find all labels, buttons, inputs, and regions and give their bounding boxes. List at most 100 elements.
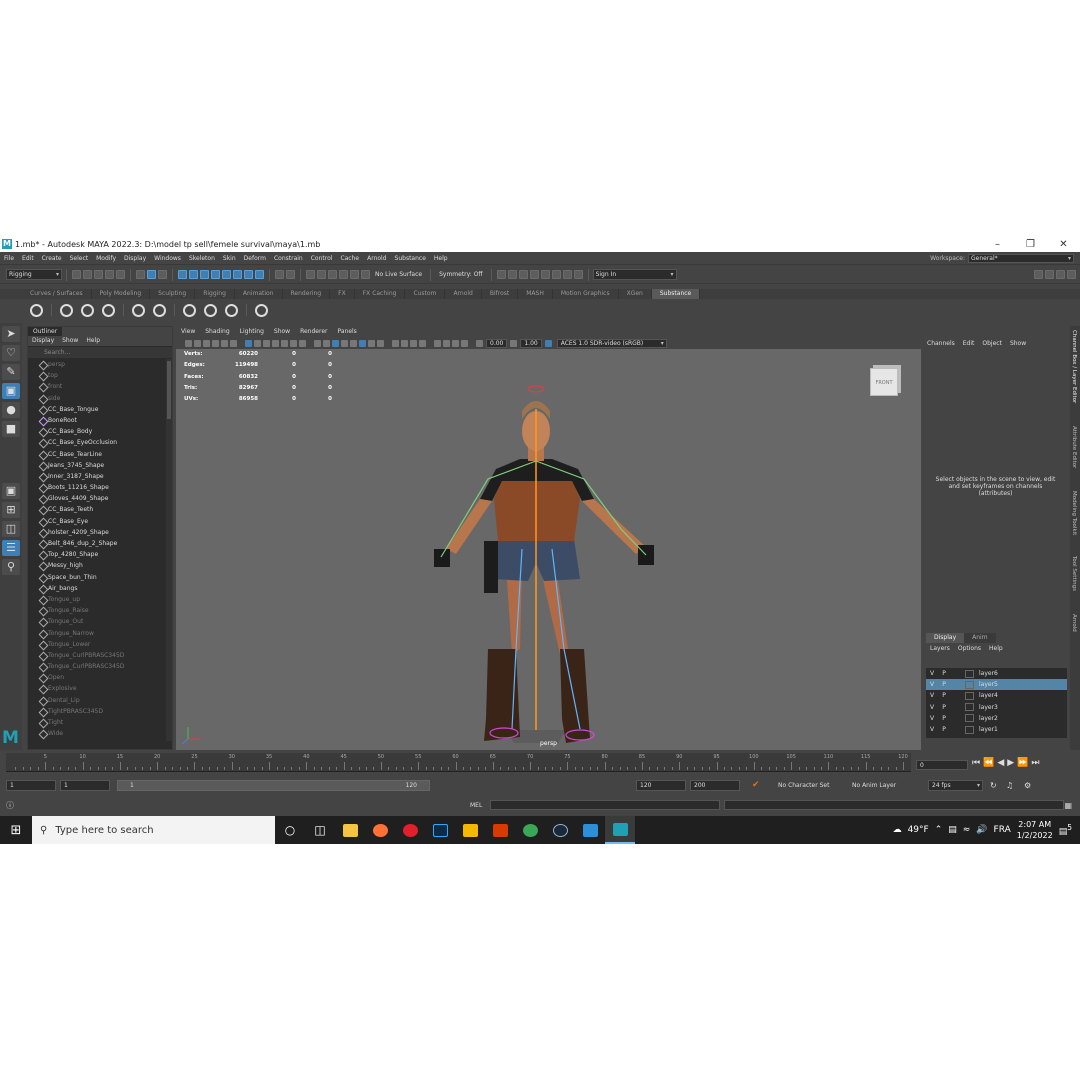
outliner-item[interactable]: Air_bangs [28, 583, 165, 594]
shelf-tab[interactable]: Bifrost [482, 289, 519, 299]
layer-menu-help[interactable]: Help [985, 643, 1007, 654]
outliner-item[interactable]: Boots_11216_Shape [28, 482, 165, 493]
outliner-item[interactable]: BoneRoot [28, 415, 165, 426]
outliner-menu-help[interactable]: Help [82, 336, 104, 346]
viewport-menu-show[interactable]: Show [269, 327, 295, 337]
outliner-item[interactable]: Wide [28, 728, 165, 739]
shelf-tab[interactable]: Animation [235, 289, 283, 299]
xray-joints-icon[interactable] [368, 339, 375, 347]
marmoset-icon[interactable] [455, 816, 485, 844]
channel-menu-show[interactable]: Show [1006, 338, 1030, 350]
film-gate-icon[interactable] [254, 339, 261, 347]
channel-menu-object[interactable]: Object [978, 338, 1006, 350]
two-view-layout-icon[interactable]: ◫ [2, 521, 20, 537]
layer-menu-options[interactable]: Options [954, 643, 985, 654]
help-icon[interactable] [225, 303, 238, 317]
photoshop-icon[interactable] [425, 816, 455, 844]
side-tab-modeling-toolkit[interactable]: Modeling Toolkit [1071, 491, 1077, 535]
last-tool-icon[interactable]: ■ [2, 421, 20, 437]
menu-control[interactable]: Control [307, 255, 337, 262]
safe-action-icon[interactable] [290, 339, 297, 347]
task-view-icon[interactable]: ◫ [305, 816, 335, 844]
outliner-search-input[interactable]: Search... [28, 347, 172, 358]
channel-menu-edit[interactable]: Edit [959, 338, 979, 350]
layer-row[interactable]: V Player2 [926, 713, 1067, 724]
time-ruler[interactable]: 5 10 15 20 25 30 35 40 45 50 55 60 65 70 75 80 85 90 95 100… [6, 753, 911, 772]
outliner-item[interactable]: Tight [28, 717, 165, 728]
layer-visibility-toggle[interactable]: V [926, 670, 938, 677]
menu-display[interactable]: Display [120, 255, 150, 262]
step-forward-key-icon[interactable]: ⏩ [1017, 758, 1028, 768]
wifi-icon[interactable]: ≈ [963, 825, 971, 835]
layer-name[interactable]: layer3 [977, 704, 998, 711]
outliner-item[interactable]: Belt_846_dup_2_Shape [28, 538, 165, 549]
menu-help[interactable]: Help [430, 255, 452, 262]
layer-tab-display[interactable]: Display [926, 633, 965, 643]
outliner-item[interactable]: Dental_Lip [28, 695, 165, 706]
image-plane-icon[interactable] [212, 339, 219, 347]
layer-name[interactable]: layer5 [977, 681, 998, 688]
substance-settings-icon[interactable] [30, 303, 43, 317]
outliner-layout-icon[interactable]: ☰ [2, 540, 20, 556]
layer-playback-toggle[interactable]: P [938, 704, 950, 711]
snap-pivot-icon[interactable] [233, 270, 242, 279]
symmetry-field[interactable]: Symmetry: Off [439, 271, 482, 278]
info-icon[interactable] [255, 303, 268, 317]
layer-color-swatch[interactable] [965, 669, 974, 678]
sign-in-dropdown[interactable]: Sign In [592, 269, 677, 280]
outliner-item[interactable]: Open [28, 672, 165, 683]
color-mgmt-icon[interactable] [452, 339, 459, 347]
input-ops-icon[interactable] [275, 270, 284, 279]
outliner-item[interactable]: CC_Base_Teeth [28, 504, 165, 515]
menu-skeleton[interactable]: Skeleton [185, 255, 219, 262]
menu-set-dropdown[interactable]: Rigging [6, 269, 62, 280]
output-ops-icon[interactable] [286, 270, 295, 279]
scale-tool-icon[interactable]: ▣ [2, 383, 20, 399]
shelf-tab[interactable]: Motion Graphics [553, 289, 619, 299]
panel-toggle-icon[interactable] [1045, 270, 1054, 279]
single-perspective-layout-icon[interactable]: ▣ [2, 483, 20, 499]
menu-edit[interactable]: Edit [18, 255, 38, 262]
wireframe-icon[interactable] [314, 339, 321, 347]
new-scene-icon[interactable] [72, 270, 81, 279]
menu-select[interactable]: Select [66, 255, 93, 262]
menu-windows[interactable]: Windows [150, 255, 185, 262]
redo-icon[interactable] [116, 270, 125, 279]
outliner-item[interactable]: side [28, 393, 165, 404]
motion-blur-icon[interactable] [419, 339, 426, 347]
opera-icon[interactable] [395, 816, 425, 844]
panel-toggle-icon[interactable] [1067, 270, 1076, 279]
layer-playback-toggle[interactable]: P [938, 681, 950, 688]
shelf-tab[interactable]: Rigging [195, 289, 235, 299]
layer-playback-toggle[interactable]: P [938, 692, 950, 699]
outliner-item[interactable]: Tongue_CurlPBRASC345D [28, 661, 165, 672]
layer-name[interactable]: layer6 [977, 670, 998, 677]
playback-start-field[interactable]: 1 [60, 780, 110, 791]
render-view-icon[interactable] [328, 270, 337, 279]
layer-row[interactable]: V Player5 [926, 679, 1067, 691]
side-tab-arnold[interactable]: Arnold [1071, 614, 1077, 632]
render-settings-icon[interactable] [361, 270, 370, 279]
construction-history-icon[interactable] [317, 270, 326, 279]
scrollbar-thumb[interactable] [167, 361, 171, 419]
scene-end-field[interactable]: 200 [690, 780, 740, 791]
outliner-item[interactable]: Gloves_4409_Shape [28, 493, 165, 504]
layer-playback-toggle[interactable]: P [938, 726, 950, 733]
substance-share-icon[interactable] [81, 303, 94, 317]
outliner-item[interactable]: Explosive [28, 683, 165, 694]
photos-icon[interactable] [575, 816, 605, 844]
outliner-item[interactable]: Top_4280_Shape [28, 549, 165, 560]
command-input[interactable] [490, 800, 720, 810]
outliner-item[interactable]: Tongue_Lower [28, 639, 165, 650]
field-chart-icon[interactable] [281, 339, 288, 347]
side-tab-channel-box[interactable]: Channel Box / Layer Editor [1071, 330, 1077, 403]
arnold-render-icon[interactable] [540, 270, 550, 279]
layer-playback-toggle[interactable]: P [938, 715, 950, 722]
snap-face-icon[interactable] [255, 270, 264, 279]
exposure-field[interactable]: 0.00 [486, 338, 508, 348]
taskbar-clock[interactable]: 2:07 AM 1/2/2022 [1017, 819, 1053, 841]
substance-graph-icon[interactable] [132, 303, 145, 317]
shelf-tab[interactable]: Curves / Surfaces [22, 289, 92, 299]
make-live-icon[interactable] [306, 270, 315, 279]
snap-grid-icon[interactable] [178, 270, 187, 279]
